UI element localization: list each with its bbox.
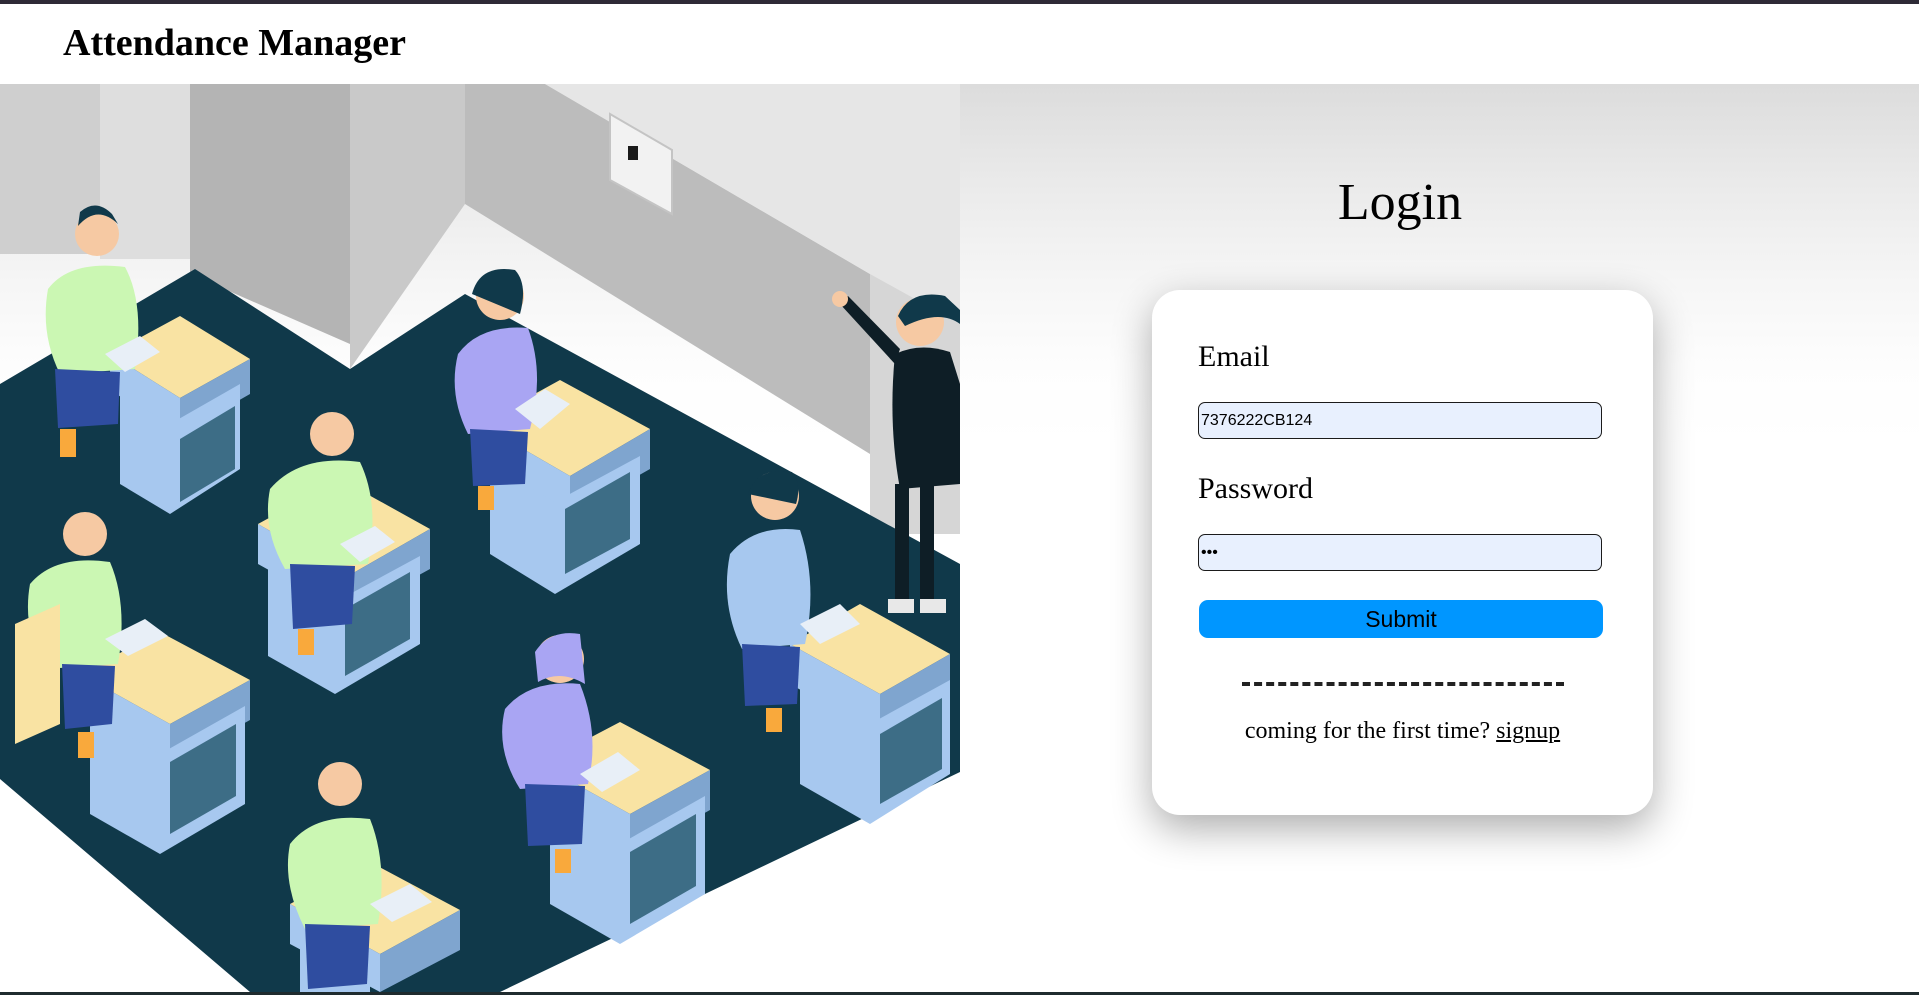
- login-card: Email Password Submit coming for the fir…: [1152, 290, 1653, 815]
- submit-button[interactable]: Submit: [1199, 600, 1603, 638]
- signup-link[interactable]: signup: [1496, 718, 1560, 744]
- email-label: Email: [1198, 340, 1270, 373]
- signup-prompt: coming for the first time?: [1244, 718, 1491, 744]
- signup-prompt-line: coming for the first time? signup: [1152, 718, 1653, 745]
- wall-frame-mark: [628, 146, 638, 160]
- app-header: Attendance Manager: [0, 4, 1919, 84]
- dashed-divider: [1242, 682, 1564, 686]
- classroom-illustration: [0, 84, 960, 992]
- email-field[interactable]: [1198, 402, 1602, 439]
- password-label: Password: [1198, 472, 1314, 505]
- password-field[interactable]: [1198, 534, 1602, 571]
- main-area: Login Email Password Submit coming for t…: [0, 84, 1919, 992]
- login-heading: Login: [1337, 174, 1463, 231]
- app-title: Attendance Manager: [63, 22, 406, 64]
